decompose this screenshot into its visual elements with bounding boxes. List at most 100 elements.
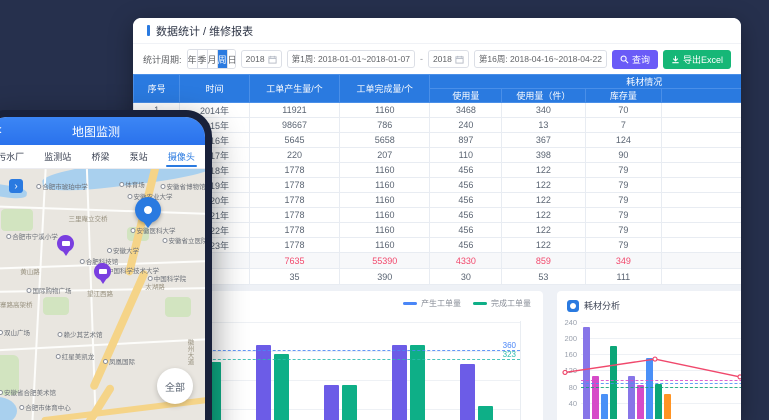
table-cell: 398 [502,148,585,163]
calendar-icon [268,55,277,64]
table-cell: 79 [585,178,661,193]
poi-icon [119,182,124,187]
camera-pin[interactable] [94,263,111,280]
period-option-月[interactable]: 月 [208,50,218,68]
table-cell: 19 [662,148,741,163]
map-road-label: 太湖路 [145,281,165,291]
table-cell: 1778 [249,238,339,253]
column-header: 序号 [134,75,180,103]
table-row: 32016年56455658897367124129 [134,133,742,148]
table-cell: 67 [662,178,741,193]
map-expand-button[interactable]: › [9,179,23,193]
year-end-value: 2018 [433,54,452,64]
table-cell: 1160 [340,103,430,118]
map-all-button[interactable]: 全部 [157,368,193,404]
bar-completed [274,354,289,420]
query-button-label: 查询 [632,53,650,66]
table-cell: 207 [340,148,430,163]
table-cell: 1778 [249,163,339,178]
trend-line [557,319,741,420]
back-icon[interactable]: ‹ [0,121,2,139]
map-road-label: 金寨路高架桥 [0,299,33,309]
table-cell: 3468 [430,103,502,118]
period-option-季[interactable]: 季 [198,50,208,68]
table-cell: 250 [662,103,741,118]
poi-icon [27,288,32,293]
table-cell: 122 [502,238,585,253]
tab-泵站[interactable]: 泵站 [128,145,150,168]
period-option-周[interactable]: 周 [218,50,228,68]
table-row: 72020年177811604561227967 [134,193,742,208]
average-row: 平均值353903053111141 [134,269,742,285]
column-subheader: 使用量（件） [502,89,585,103]
map-poi-label: 赖少其艺术馆 [58,329,103,339]
poi-icon [131,228,136,233]
table-cell: 67 [662,238,741,253]
phone-mockup: ‹ 地图监测 污水厂监测站桥梁泵站摄像头 [0,110,212,420]
poi-icon [36,184,41,189]
table-cell: 5658 [340,133,430,148]
map-park [1,209,33,231]
map-canvas[interactable]: › 全部 合肥市琥珀中学体育场安徽农业大学安徽省博物馆三里庵立交桥合肥市宁溪小学… [0,169,205,420]
table-cell: 122 [502,178,585,193]
table-cell: 456 [430,163,502,178]
table-cell: 1778 [249,193,339,208]
poi-icon [103,359,108,364]
map-poi-label: 安徽大学 [107,245,139,255]
year-start-select[interactable]: 2018 [241,50,282,68]
tab-摄像头[interactable]: 摄像头 [166,145,197,168]
breadcrumb-text: 数据统计 / 维修报表 [156,23,253,39]
table-cell: 7 [585,118,661,133]
legend-label: 产生工单量 [421,298,461,309]
column-subheader: 使用量 [430,89,502,103]
table-cell: 53 [502,269,585,285]
calendar-icon [455,55,464,64]
table-cell: 79 [585,238,661,253]
table-cell: 1160 [340,178,430,193]
poi-icon [163,238,168,243]
table-cell: 67 [662,193,741,208]
dashboard-window: 数据统计 / 维修报表 统计周期: 年季月周日 2018 第1周: 2018-0… [133,18,741,420]
table-cell: 70 [585,103,661,118]
reference-line-label: 360 [503,341,516,350]
week-start-input[interactable]: 第1周: 2018-01-01~2018-01-07 [287,50,415,68]
table-cell: 111 [585,269,661,285]
poi-icon [80,259,85,264]
map-pin-selected[interactable] [135,197,161,223]
table-cell: 1160 [340,223,430,238]
poi-icon [0,330,3,335]
year-end-select[interactable]: 2018 [428,50,469,68]
tab-监测站[interactable]: 监测站 [42,145,73,168]
search-icon [620,55,629,64]
legend-swatch [403,302,417,305]
tab-桥梁[interactable]: 桥梁 [89,145,111,168]
tab-污水厂[interactable]: 污水厂 [0,145,26,168]
legend-item[interactable]: 产生工单量 [403,298,461,309]
table-cell: 1160 [340,163,430,178]
map-poi-label: 安徽省立医院 [163,235,206,245]
map-road-label: 三里庵立交桥 [69,213,108,223]
column-group-header: 耗材情况 [430,75,741,89]
map-poi-label: 合肥市宁溪小学 [6,231,58,241]
column-header: 工单完成量/个 [340,75,430,103]
table-row: 92022年177811604561227967 [134,223,742,238]
table-cell: 340 [502,103,585,118]
table-cell: 456 [430,238,502,253]
period-option-日[interactable]: 日 [228,50,236,68]
poi-icon [148,276,153,281]
legend-item[interactable]: 完成工单量 [473,298,531,309]
table-cell: 1160 [340,238,430,253]
week-end-input[interactable]: 第16周: 2018-04-16~2018-04-22 [474,50,607,68]
table-cell: 349 [585,253,661,269]
table-cell: 786 [340,118,430,133]
table-cell: 141 [662,269,741,285]
table-cell: 30 [430,269,502,285]
consumables-chart-card: 耗材分析 2402001601208040 [557,291,741,420]
export-excel-button[interactable]: 导出Excel [663,50,731,69]
consumables-chart-header: 耗材分析 [567,299,620,312]
period-option-年[interactable]: 年 [188,50,198,68]
map-poi-label: 体育场 [119,179,145,189]
range-separator: - [420,54,423,64]
camera-pin[interactable] [57,235,74,252]
query-button[interactable]: 查询 [612,50,658,69]
